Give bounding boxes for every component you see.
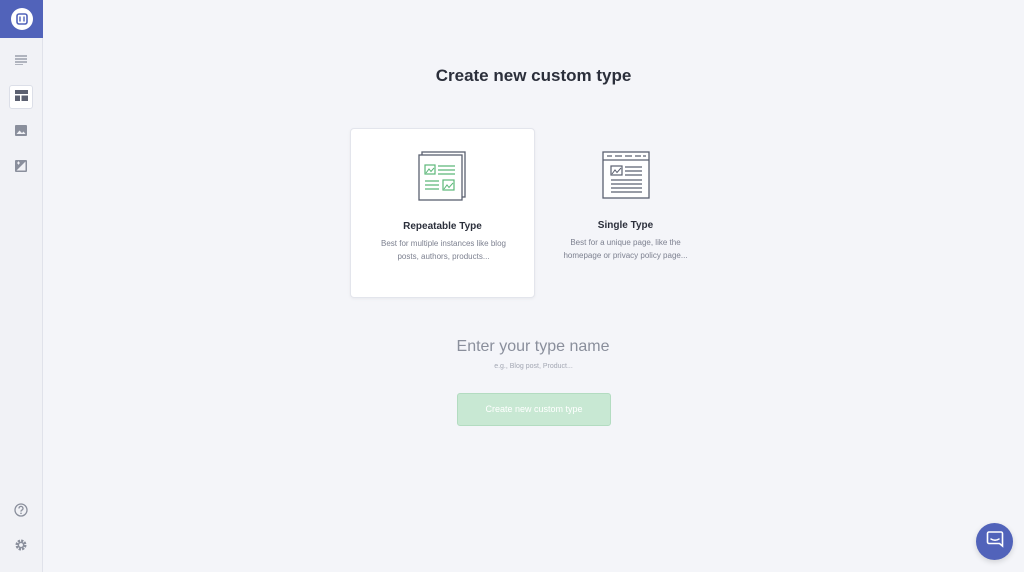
single-type-description: Best for a unique page, like the homepag… (563, 238, 688, 260)
single-type-icon (533, 150, 718, 200)
layout-icon (14, 88, 28, 106)
gear-icon (14, 538, 28, 557)
type-name-input[interactable] (383, 334, 683, 360)
main-content: Create new custom type Repeatable Type B… (43, 0, 1024, 572)
sidebar-item-documents[interactable] (9, 49, 33, 73)
repeatable-type-icon (351, 151, 534, 201)
type-name-hint: e.g., Blog post, Product... (494, 363, 573, 370)
create-custom-type-button[interactable]: Create new custom type (457, 393, 611, 426)
single-type-card[interactable]: Single Type Best for a unique page, like… (533, 128, 718, 298)
repeatable-type-title: Repeatable Type (403, 221, 482, 232)
sidebar (0, 0, 43, 572)
logo-icon (10, 8, 33, 30)
image-edit-icon (15, 159, 27, 177)
chat-launcher-button[interactable] (976, 523, 1013, 560)
app-logo[interactable] (0, 0, 43, 38)
image-icon (15, 123, 27, 141)
sidebar-item-help[interactable] (9, 500, 33, 524)
chat-icon (986, 530, 1004, 553)
list-icon (15, 52, 27, 70)
page-title: Create new custom type (435, 66, 632, 85)
sidebar-item-settings[interactable] (9, 535, 33, 559)
repeatable-type-card[interactable]: Repeatable Type Best for multiple instan… (350, 128, 535, 298)
sidebar-item-slices[interactable] (9, 156, 33, 180)
single-type-title: Single Type (597, 220, 654, 231)
repeatable-type-description: Best for multiple instances like blog po… (381, 239, 506, 261)
sidebar-item-media[interactable] (9, 120, 33, 144)
help-icon (14, 502, 28, 522)
sidebar-item-custom-types[interactable] (9, 85, 33, 109)
